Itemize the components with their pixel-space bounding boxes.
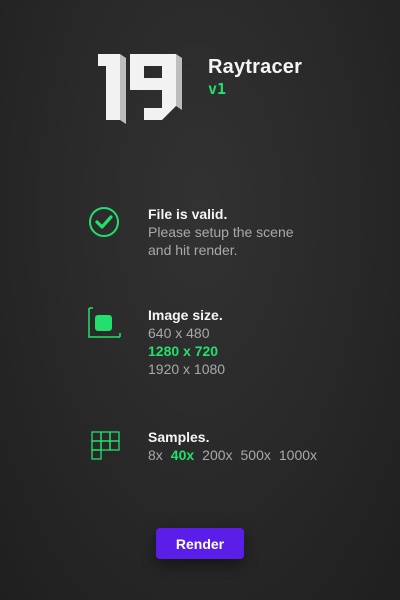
- samples-options: 8x 40x 200x 500x 1000x: [148, 446, 398, 464]
- image-size-heading: Image size.: [148, 307, 223, 323]
- samples-option-8x[interactable]: 8x: [148, 446, 163, 464]
- samples-option-1000x[interactable]: 1000x: [279, 446, 317, 464]
- samples-option-500x[interactable]: 500x: [241, 446, 271, 464]
- image-size-option-1920[interactable]: 1920 x 1080: [148, 360, 398, 378]
- app-version: v1: [208, 80, 227, 98]
- image-size-option-1280[interactable]: 1280 x 720: [148, 342, 398, 360]
- file-status-heading: File is valid.: [148, 206, 228, 222]
- file-status-line2: and hit render.: [148, 242, 238, 258]
- file-status-line1: Please setup the scene: [148, 224, 294, 240]
- grid-icon: [86, 428, 122, 464]
- check-circle-icon: [86, 205, 122, 241]
- samples-option-40x[interactable]: 40x: [171, 446, 194, 464]
- image-size-option-640[interactable]: 640 x 480: [148, 324, 398, 342]
- samples-heading: Samples.: [148, 429, 210, 445]
- render-button[interactable]: Render: [156, 528, 244, 559]
- logo: [96, 50, 186, 124]
- logo-19-icon: [98, 54, 182, 124]
- samples-option-200x[interactable]: 200x: [202, 446, 232, 464]
- app-title: Raytracer: [208, 56, 303, 78]
- image-frame-icon: [86, 306, 122, 342]
